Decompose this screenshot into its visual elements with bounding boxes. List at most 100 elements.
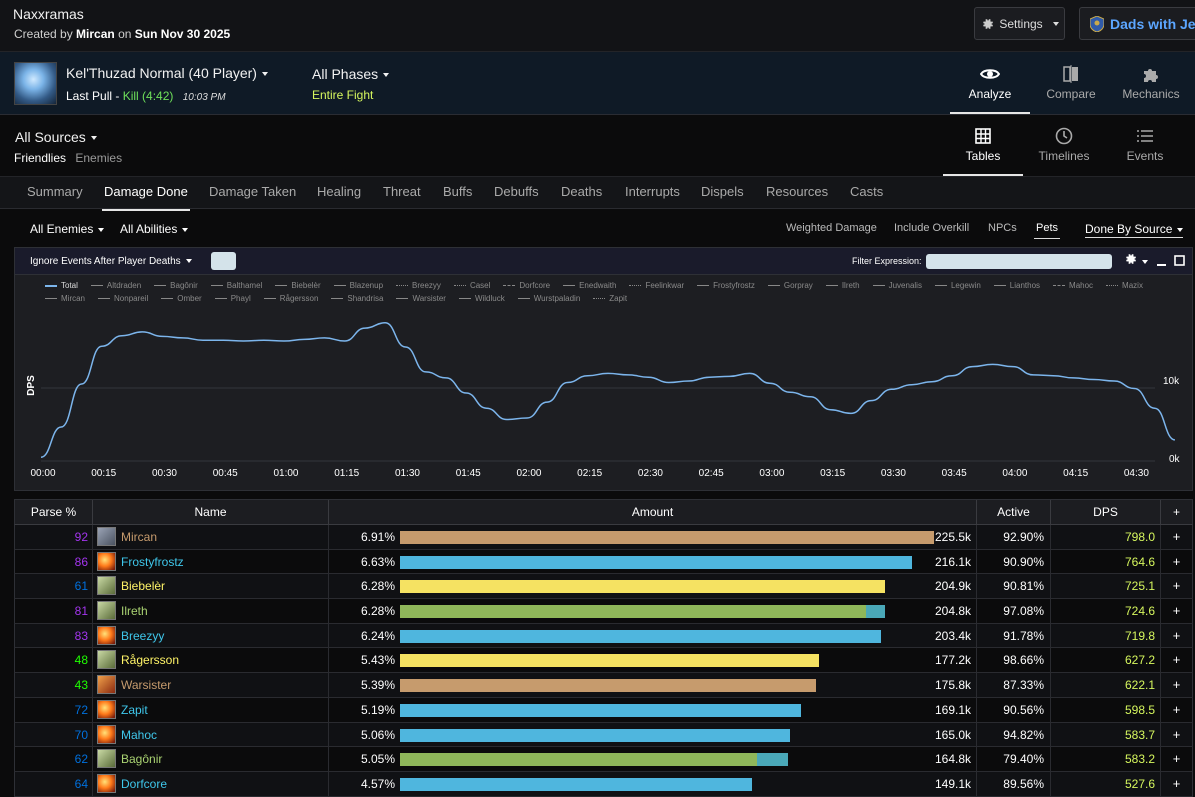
tab-healing[interactable]: Healing — [317, 184, 361, 199]
tab-events[interactable]: Events — [1105, 115, 1185, 176]
legend-item[interactable]: Feelinkwar — [629, 279, 684, 292]
col-add[interactable]: + — [1161, 500, 1192, 524]
table-row[interactable]: 70 Mahoc 5.06% 165.0k 94.82% 583.7 + — [14, 722, 1193, 748]
legend-item[interactable]: Altdraden — [90, 279, 141, 292]
table-row[interactable]: 61 Biebelèr 6.28% 204.9k 90.81% 725.1 + — [14, 574, 1193, 600]
guild-button[interactable]: Dads with Je — [1079, 7, 1195, 40]
col-active[interactable]: Active — [977, 500, 1051, 524]
expand-row-button[interactable]: + — [1161, 698, 1192, 722]
player-name[interactable]: Biebelèr — [121, 579, 165, 593]
settings-button[interactable]: Settings — [974, 7, 1065, 40]
name-cell[interactable]: Rågersson — [93, 648, 329, 673]
tab-buffs[interactable]: Buffs — [443, 184, 472, 199]
tab-compare[interactable]: Compare — [1031, 52, 1111, 114]
tab-damage-done[interactable]: Damage Done — [102, 184, 190, 211]
maximize-icon[interactable] — [1174, 255, 1185, 266]
expand-row-button[interactable]: + — [1161, 550, 1192, 574]
legend-item[interactable]: Lianthos — [993, 279, 1040, 292]
player-name[interactable]: Zapit — [121, 703, 148, 717]
legend-item[interactable]: Dorfcore — [503, 279, 550, 292]
table-row[interactable]: 81 Ilreth 6.28% 204.8k 97.08% 724.6 + — [14, 599, 1193, 624]
name-cell[interactable]: Bagônir — [93, 747, 329, 772]
name-cell[interactable]: Zapit — [93, 697, 329, 722]
legend-item[interactable]: Total — [45, 279, 78, 292]
legend-item[interactable]: Mazix — [1106, 279, 1143, 292]
legend-item[interactable]: Nonpareil — [98, 292, 148, 305]
expand-row-button[interactable]: + — [1161, 624, 1192, 648]
table-row[interactable]: 86 Frostyfrostz 6.63% 216.1k 90.90% 764.6 + — [14, 549, 1193, 575]
name-cell[interactable]: Warsister — [93, 673, 329, 698]
expand-row-button[interactable]: + — [1161, 648, 1192, 672]
legend-item[interactable]: Shandrisa — [331, 292, 383, 305]
name-cell[interactable]: Biebelèr — [93, 574, 329, 599]
ignore-deaths-toggle[interactable] — [211, 252, 236, 270]
minimize-icon[interactable] — [1156, 255, 1167, 266]
expand-row-button[interactable]: + — [1161, 747, 1192, 771]
expand-row-button[interactable]: + — [1161, 574, 1192, 598]
legend-item[interactable]: Gorpray — [767, 279, 813, 292]
table-row[interactable]: 72 Zapit 5.19% 169.1k 90.56% 598.5 + — [14, 697, 1193, 723]
name-cell[interactable]: Frostyfrostz — [93, 549, 329, 574]
legend-item[interactable]: Legewin — [934, 279, 981, 292]
table-row[interactable]: 62 Bagônir 5.05% 164.8k 79.40% 583.2 + — [14, 747, 1193, 772]
legend-item[interactable]: Phayl — [214, 292, 251, 305]
tab-timelines[interactable]: Timelines — [1024, 115, 1104, 176]
series-line-total[interactable] — [40, 322, 1176, 458]
legend-item[interactable]: Juvenalis — [872, 279, 922, 292]
legend-item[interactable]: Wurstpaladin — [517, 292, 580, 305]
npcs-toggle[interactable]: NPCs — [988, 222, 1017, 234]
name-cell[interactable]: Ilreth — [93, 599, 329, 624]
legend-item[interactable]: Blazenup — [333, 279, 383, 292]
table-row[interactable]: 83 Breezyy 6.24% 203.4k 91.78% 719.8 + — [14, 623, 1193, 649]
legend-item[interactable]: Rågersson — [263, 292, 318, 305]
abilities-filter[interactable]: All Abilities — [120, 222, 189, 236]
legend-item[interactable]: Enedwaith — [563, 279, 616, 292]
creator-link[interactable]: Mircan — [76, 27, 115, 41]
enemies-link[interactable]: Enemies — [75, 151, 122, 165]
expand-row-button[interactable]: + — [1161, 673, 1192, 697]
include-overkill-toggle[interactable]: Include Overkill — [894, 222, 969, 234]
legend-item[interactable]: Mircan — [45, 292, 85, 305]
tab-interrupts[interactable]: Interrupts — [625, 184, 680, 199]
player-name[interactable]: Breezyy — [121, 629, 164, 643]
done-by-source-selector[interactable]: Done By Source — [1085, 222, 1184, 238]
col-parse[interactable]: Parse % — [15, 500, 93, 524]
legend-item[interactable]: Wildluck — [458, 292, 505, 305]
table-row[interactable]: 48 Rågersson 5.43% 177.2k 98.66% 627.2 + — [14, 648, 1193, 674]
legend-item[interactable]: Bagônir — [154, 279, 198, 292]
legend-item[interactable]: Casel — [453, 279, 490, 292]
name-cell[interactable]: Dorfcore — [93, 771, 329, 796]
col-amount[interactable]: Amount — [329, 500, 977, 524]
tab-debuffs[interactable]: Debuffs — [494, 184, 539, 199]
pets-toggle[interactable]: Pets — [1033, 222, 1061, 239]
expand-row-button[interactable]: + — [1161, 525, 1192, 549]
legend-item[interactable]: Breezyy — [396, 279, 441, 292]
tab-resources[interactable]: Resources — [766, 184, 828, 199]
table-row[interactable]: 92 Mircan 6.91% 225.5k 92.90% 798.0 + — [14, 525, 1193, 550]
legend-item[interactable]: Biebelèr — [275, 279, 321, 292]
player-name[interactable]: Frostyfrostz — [121, 555, 184, 569]
tab-threat[interactable]: Threat — [383, 184, 421, 199]
tab-mechanics[interactable]: Mechanics — [1111, 52, 1191, 114]
tab-dispels[interactable]: Dispels — [701, 184, 744, 199]
tab-casts[interactable]: Casts — [850, 184, 883, 199]
tab-analyze[interactable]: Analyze — [950, 52, 1030, 114]
ignore-deaths-option[interactable]: Ignore Events After Player Deaths — [30, 256, 192, 267]
col-name[interactable]: Name — [93, 500, 329, 524]
enemies-filter[interactable]: All Enemies — [30, 222, 105, 236]
player-name[interactable]: Rågersson — [121, 653, 179, 667]
legend-item[interactable]: Omber — [161, 292, 202, 305]
player-name[interactable]: Mircan — [121, 530, 157, 544]
player-name[interactable]: Warsister — [121, 678, 171, 692]
legend-item[interactable]: Ilreth — [825, 279, 860, 292]
expand-row-button[interactable]: + — [1161, 723, 1192, 747]
legend-item[interactable]: Frostyfrostz — [697, 279, 755, 292]
name-cell[interactable]: Mahoc — [93, 722, 329, 747]
legend-item[interactable]: Balthamel — [210, 279, 262, 292]
table-row[interactable]: 43 Warsister 5.39% 175.8k 87.33% 622.1 + — [14, 673, 1193, 698]
phase-selector[interactable]: All Phases — [312, 66, 390, 82]
name-cell[interactable]: Mircan — [93, 525, 329, 549]
legend-item[interactable]: Warsister — [396, 292, 446, 305]
table-row[interactable]: 64 Dorfcore 4.57% 149.1k 89.56% 527.6 + — [14, 771, 1193, 797]
name-cell[interactable]: Breezyy — [93, 623, 329, 648]
